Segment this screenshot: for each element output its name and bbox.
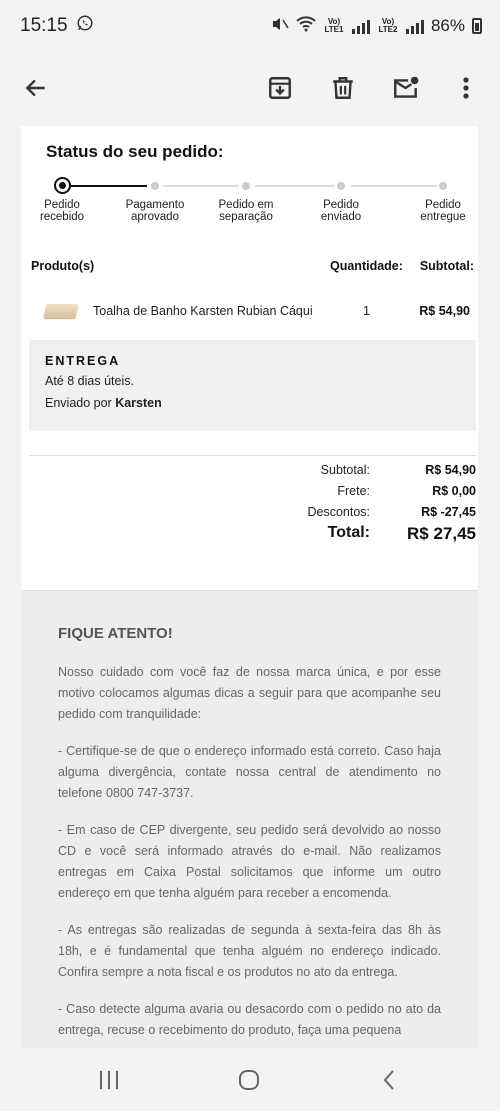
delete-button[interactable] [321,66,365,110]
battery-level: 86% [430,16,465,35]
delivery-label: ENTREGA [45,354,121,368]
archive-button[interactable] [258,66,302,110]
arrow-left-icon [25,79,45,97]
recent-apps-icon [100,1071,118,1089]
header-quantity: Quantidade: [330,259,403,273]
progress-step-dot [337,182,345,190]
progress-line-done [69,185,147,187]
home-button[interactable] [229,1062,269,1098]
step-label-payment: Pagamento aprovado [125,199,185,223]
progress-step-dot [439,182,447,190]
totals-row-discounts: Descontos: R$ -27,45 [307,505,476,519]
notice-paragraph: - Caso detecte alguma avaria ou desacord… [58,1002,441,1037]
divider [29,455,476,456]
product-image [43,304,79,318]
back-nav-icon [383,1070,394,1090]
product-name: Toalha de Banho Karsten Rubian Cáqui [93,304,313,318]
status-indicators: Vo) LTE1 Vo) LTE2 86% [271,15,482,37]
archive-icon [269,77,291,99]
notice-paragraph: - Em caso de CEP divergente, seu pedido … [58,823,441,900]
delivery-days: Até 8 dias úteis. [45,374,134,388]
recent-apps-button[interactable] [89,1062,129,1098]
sim1-label: Vo) LTE1 [324,17,344,34]
progress-step-dot [242,182,250,190]
totals-row-shipping: Frete: R$ 0,00 [337,484,476,498]
mark-unread-button[interactable] [384,66,428,110]
step-label-received: Pedido recebido [39,199,85,223]
progress-line [351,185,437,187]
product-quantity: 1 [363,304,370,318]
mail-unread-icon [394,76,419,98]
notice-paragraph: - Certifique-se de que o endereço inform… [58,744,441,800]
battery-icon [472,18,482,34]
notice-paragraph: - As entregas são realizadas de segunda … [58,923,441,979]
mail-toolbar [0,52,500,126]
signal-icon [405,18,424,34]
progress-line [255,185,335,187]
progress-step-current [54,177,71,194]
notice-title: FIQUE ATENTO! [58,625,173,642]
header-product: Produto(s) [31,259,95,273]
back-nav-button[interactable] [369,1062,409,1098]
notice-section: FIQUE ATENTO! Nosso cuidado com você faz… [21,590,478,1050]
order-status-title: Status do seu pedido: [46,142,224,161]
product-subtotal: R$ 54,90 [419,304,470,318]
totals-row-total: Total: R$ 27,45 [327,524,476,543]
delivery-box: ENTREGA Até 8 dias úteis. Enviado por Ka… [29,340,476,431]
status-time-group: 15:15 [20,14,94,38]
step-label-sent: Pedido enviado [320,199,362,223]
seller-name: Karsten [115,396,162,410]
totals-row-subtotal: Subtotal: R$ 54,90 [320,463,476,477]
sim2-label: Vo) LTE2 [378,17,398,34]
home-icon [239,1070,259,1090]
signal-icon [351,18,370,34]
more-options-button[interactable] [444,66,488,110]
whatsapp-icon [76,14,94,38]
step-label-delivered: Pedido entregue [420,199,466,223]
wifi-icon [296,15,316,37]
notice-paragraph: Nosso cuidado com você faz de nossa marc… [58,665,441,721]
system-navigation-bar [0,1048,500,1111]
progress-line [163,185,239,187]
more-vertical-icon [463,77,469,99]
header-subtotal: Subtotal: [419,259,474,273]
progress-step-dot [151,182,159,190]
trash-icon [333,77,353,99]
status-time: 15:15 [20,15,68,36]
delivery-sent-by: Enviado por Karsten [45,396,162,410]
status-bar: 15:15 Vo) LTE1 Vo) LTE2 86% [0,0,500,52]
back-button[interactable] [14,66,58,110]
mute-icon [271,16,289,37]
step-label-separation: Pedido em separação [218,199,274,223]
order-card: Status do seu pedido: Pedido recebido Pag… [21,126,478,590]
